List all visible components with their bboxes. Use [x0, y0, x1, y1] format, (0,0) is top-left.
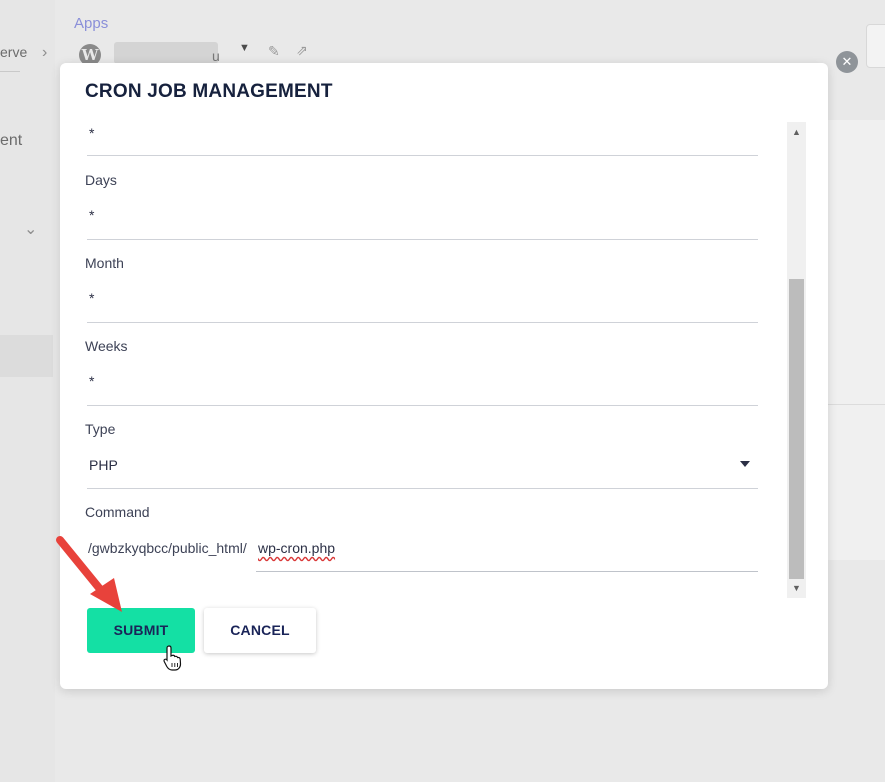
command-path-prefix: /gwbzkyqbcc/public_html/	[88, 540, 247, 556]
command-input[interactable]: wp-cron.php	[258, 540, 335, 556]
app-name-tail: u	[212, 48, 220, 64]
breadcrumb-apps-link[interactable]: Apps	[74, 15, 108, 32]
weeks-underline	[87, 405, 758, 406]
command-underline	[256, 571, 758, 572]
days-value: *	[89, 207, 95, 223]
background-content-divider	[820, 404, 885, 405]
days-field[interactable]: Days *	[85, 172, 758, 240]
type-dropdown-caret-icon[interactable]	[740, 461, 750, 467]
app-name-redacted	[114, 42, 218, 64]
weeks-value: *	[89, 373, 95, 389]
type-field[interactable]: Type PHP	[85, 421, 758, 489]
background-content-card	[820, 120, 885, 560]
days-label: Days	[85, 172, 117, 188]
month-value: *	[89, 290, 95, 306]
background-divider	[0, 71, 20, 72]
month-underline	[87, 322, 758, 323]
type-underline	[87, 488, 758, 489]
hours-value: *	[89, 125, 95, 141]
cron-form: * Days * Month * Weeks * Type PHP Comman…	[85, 122, 760, 598]
app-dropdown-caret-icon[interactable]: ▼	[239, 42, 250, 54]
edit-pencil-icon[interactable]: ✎	[268, 43, 280, 60]
background-sidebar-selected-item[interactable]	[0, 335, 53, 377]
hand-cursor-icon	[163, 645, 182, 671]
modal-title: CRON JOB MANAGEMENT	[85, 81, 333, 102]
type-label: Type	[85, 421, 116, 437]
scrollbar-thumb[interactable]	[789, 279, 804, 579]
hours-field[interactable]: *	[85, 122, 758, 156]
days-underline	[87, 239, 758, 240]
breadcrumb-chevron-icon: ›	[42, 44, 48, 61]
cancel-button[interactable]: CANCEL	[204, 608, 316, 653]
background-sidebar-text: ent	[0, 132, 23, 149]
scroll-down-icon[interactable]: ▼	[787, 580, 806, 596]
month-label: Month	[85, 255, 124, 271]
form-scrollbar[interactable]: ▲ ▼	[787, 122, 806, 598]
background-sidebar	[0, 0, 55, 782]
month-field[interactable]: Month *	[85, 255, 758, 323]
background-sidebar-text: erve	[0, 44, 28, 60]
command-label: Command	[85, 504, 150, 520]
hours-underline	[87, 155, 758, 156]
cron-job-modal: CRON JOB MANAGEMENT * Days * Month * Wee…	[60, 63, 828, 689]
chevron-down-icon[interactable]: ⌄	[24, 219, 37, 239]
command-field: Command /gwbzkyqbcc/public_html/ wp-cron…	[85, 504, 758, 594]
weeks-label: Weeks	[85, 338, 128, 354]
background-top-right-box	[866, 24, 885, 68]
weeks-field[interactable]: Weeks *	[85, 338, 758, 406]
external-link-icon[interactable]: ⇗	[296, 42, 308, 59]
type-select-value[interactable]: PHP	[89, 457, 118, 473]
close-icon[interactable]: ✕	[836, 51, 858, 73]
scroll-up-icon[interactable]: ▲	[787, 124, 806, 140]
